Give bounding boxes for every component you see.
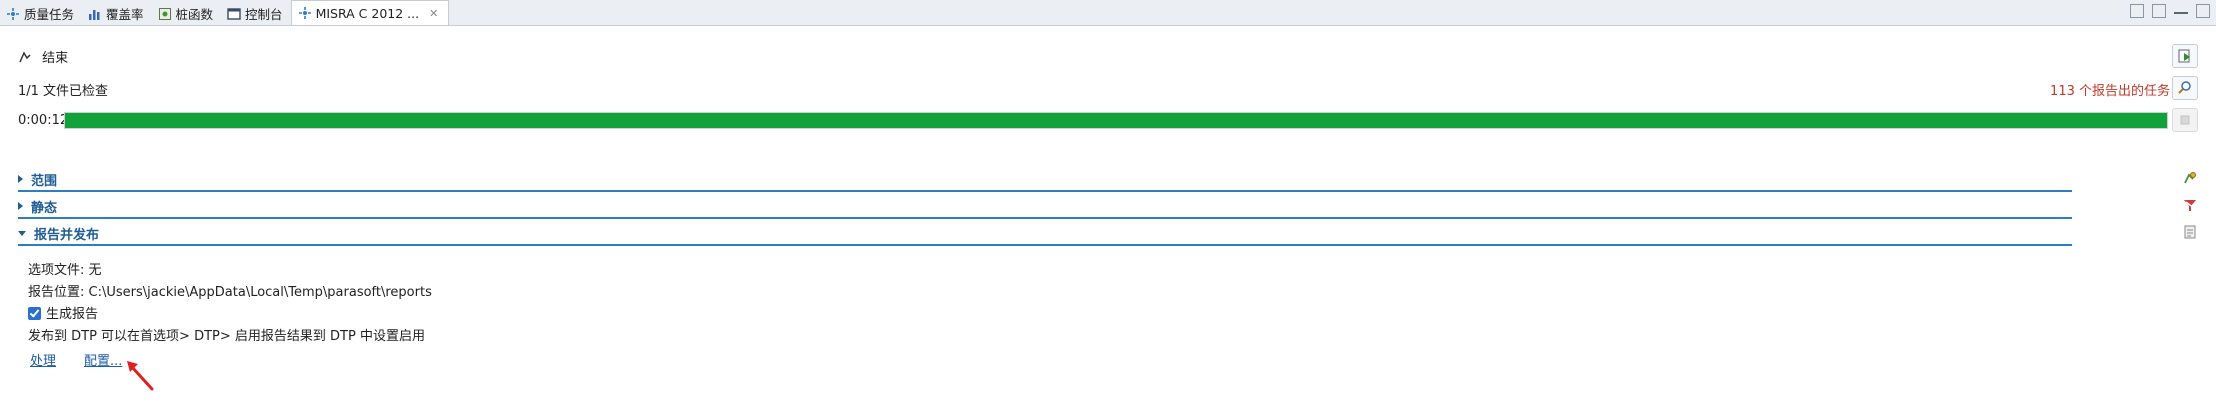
- elapsed-time: 0:00:12: [18, 113, 69, 128]
- tab-console[interactable]: 控制台: [221, 2, 291, 25]
- close-tab-icon[interactable]: ✕: [429, 7, 438, 20]
- progress-bar: [64, 112, 2168, 129]
- configure-link[interactable]: 配置...: [84, 350, 122, 369]
- collapse-arrow-icon: [18, 230, 26, 236]
- stop-icon: [2180, 115, 2190, 125]
- tab-label: 桩函数: [175, 7, 214, 22]
- tab-stub-functions[interactable]: 桩函数: [152, 2, 222, 25]
- process-link[interactable]: 处理: [30, 350, 56, 369]
- section-scope[interactable]: 范围: [18, 168, 2072, 192]
- finished-run-icon: [19, 51, 31, 63]
- misra-test-icon: [298, 7, 311, 19]
- minimize-icon[interactable]: [2174, 4, 2188, 14]
- search-results-button[interactable]: [2172, 76, 2198, 100]
- scope-filter-icon[interactable]: [2182, 197, 2198, 213]
- tab-quality-tasks[interactable]: 质量任务: [0, 2, 82, 25]
- restore-icon[interactable]: [2152, 4, 2166, 18]
- search-report-icon: [2178, 81, 2191, 94]
- quality-tasks-icon: [7, 7, 19, 20]
- generate-report-label: 生成报告: [46, 307, 99, 322]
- section-report-publish[interactable]: 报告并发布: [18, 222, 2072, 246]
- publish-note: 发布到 DTP 可以在首选项> DTP> 启用报告结果到 DTP 中设置启用: [28, 329, 425, 344]
- view-tab-bar: 质量任务 覆盖率 桩函数 控制台 MISRA C 2012 ... ✕: [0, 0, 2216, 26]
- run-test-button[interactable]: [2172, 44, 2198, 68]
- report-location: 报告位置: C:\Users\jackie\AppData\Local\Temp…: [28, 285, 432, 300]
- files-checked: 1/1 文件已检查: [18, 84, 109, 99]
- coverage-chart-icon: [89, 9, 100, 20]
- console-icon: [227, 7, 241, 20]
- tab-label: 控制台: [245, 7, 283, 22]
- tab-label: 覆盖率: [106, 7, 144, 22]
- test-config-icon[interactable]: [2182, 170, 2198, 186]
- expand-arrow-icon: [18, 202, 23, 210]
- options-file: 选项文件: 无: [28, 263, 102, 278]
- progress-fill: [65, 113, 2167, 128]
- expand-arrow-icon: [18, 175, 23, 183]
- generate-report-option[interactable]: 生成报告: [28, 303, 98, 322]
- report-clipboard-icon[interactable]: [2182, 224, 2198, 240]
- tab-label: MISRA C 2012 ...: [315, 5, 420, 21]
- generate-report-checkbox[interactable]: [28, 307, 41, 320]
- annotation-arrow-icon: [127, 361, 154, 391]
- stop-button[interactable]: [2172, 108, 2198, 132]
- run-test-icon: [2178, 49, 2190, 63]
- section-label: 范围: [31, 173, 58, 189]
- section-static[interactable]: 静态: [18, 195, 2072, 219]
- view-controls: [2130, 4, 2210, 18]
- maximize-icon[interactable]: [2196, 4, 2210, 18]
- run-state: 结束: [18, 47, 68, 66]
- tab-misra-c-2012[interactable]: MISRA C 2012 ... ✕: [290, 0, 450, 25]
- stub-function-icon: [158, 7, 171, 20]
- clipboard-icon[interactable]: [2130, 4, 2144, 18]
- section-label: 报告并发布: [34, 227, 100, 243]
- tab-label: 质量任务: [24, 7, 75, 22]
- tab-coverage[interactable]: 覆盖率: [82, 2, 152, 25]
- state-label: 结束: [42, 51, 69, 66]
- tasks-reported-link[interactable]: 113 个报告出的任务: [2050, 80, 2170, 99]
- section-label: 静态: [31, 200, 58, 216]
